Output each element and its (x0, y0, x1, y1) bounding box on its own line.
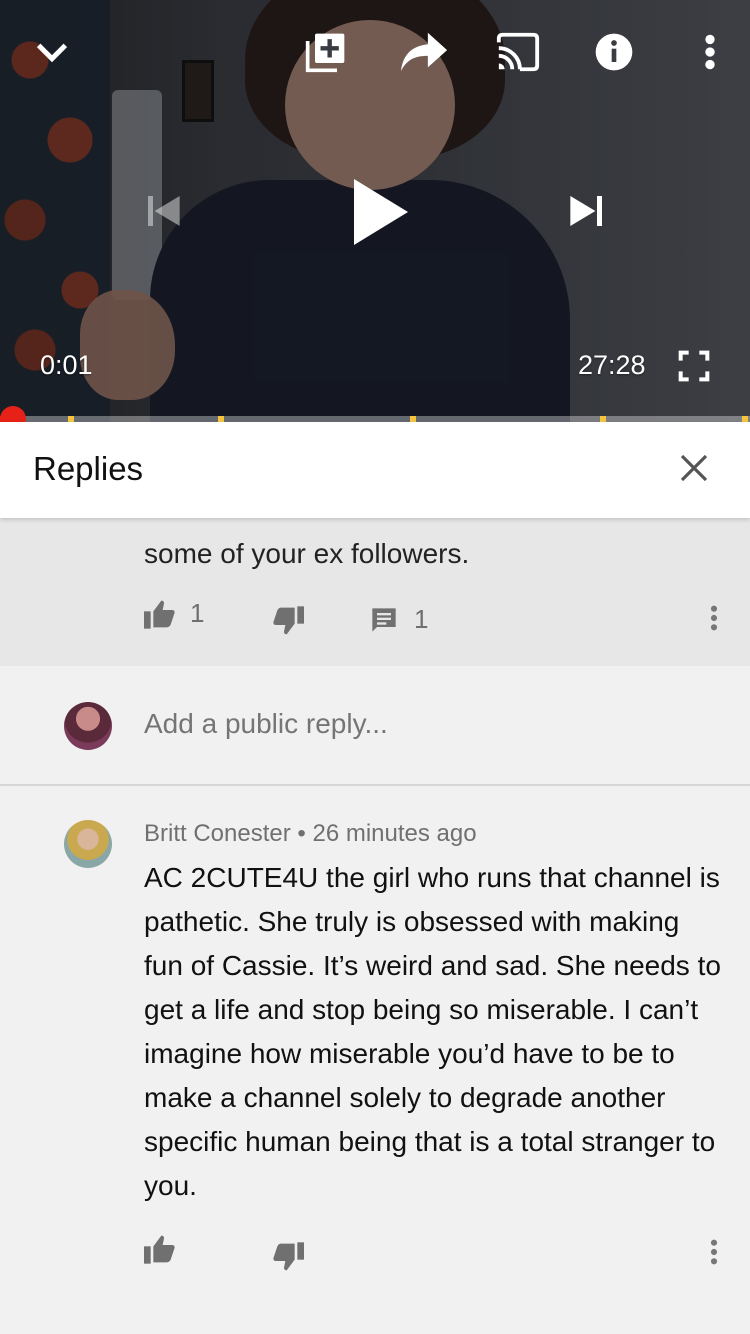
parent-comment: some of your ex followers. 1 1 (0, 518, 750, 666)
reply-count-button[interactable]: 1 (370, 604, 428, 635)
comment-time: 26 minutes ago (312, 820, 477, 847)
current-time: 0:01 (40, 350, 93, 380)
cast-icon[interactable] (494, 30, 542, 74)
playlist-add-icon[interactable] (302, 28, 350, 76)
comment-icon (372, 607, 396, 632)
meta-separator: • (297, 820, 306, 847)
comment-more-icon[interactable] (702, 1232, 726, 1272)
dislike-button[interactable] (272, 606, 304, 636)
comment-more-icon[interactable] (702, 598, 726, 638)
parent-comment-text: some of your ex followers. (144, 538, 470, 569)
thumbs-down-icon (273, 1242, 304, 1271)
thumbs-down-icon (273, 606, 304, 635)
reply-count: 1 (414, 604, 429, 634)
dislike-button[interactable] (272, 1242, 304, 1272)
video-player[interactable]: 0:01 27:28 (0, 0, 750, 422)
more-vert-icon[interactable] (694, 30, 726, 74)
reply-comment: Britt Conester • 26 minutes ago AC 2CUTE… (0, 788, 750, 1334)
comment-text: AC 2CUTE4U the girl who runs that channe… (144, 862, 721, 1201)
comment-author[interactable]: Britt Conester (144, 820, 291, 847)
info-icon[interactable] (592, 30, 636, 74)
like-button[interactable] (144, 1234, 176, 1264)
comment-meta: Britt Conester • 26 minutes ago (144, 820, 477, 848)
avatar (64, 702, 112, 750)
chevron-down-icon[interactable] (30, 30, 74, 74)
add-reply-row[interactable] (0, 666, 750, 786)
fullscreen-icon[interactable] (676, 348, 712, 384)
skip-previous-icon[interactable] (140, 186, 186, 236)
thumbs-up-icon (144, 1235, 175, 1264)
avatar[interactable] (64, 820, 112, 868)
close-icon[interactable] (672, 446, 716, 490)
app-root: 0:01 27:28 some of your ex followers. 1 (0, 0, 750, 1334)
replies-title: Replies (33, 450, 144, 487)
share-icon[interactable] (398, 28, 450, 76)
like-count: 1 (190, 598, 205, 628)
thumbs-up-icon (144, 600, 175, 629)
skip-next-icon[interactable] (564, 186, 610, 236)
replies-header: Replies (0, 422, 750, 518)
duration: 27:28 (578, 350, 646, 380)
reply-input[interactable] (144, 708, 704, 740)
play-icon[interactable] (346, 172, 416, 252)
like-button[interactable]: 1 (144, 598, 204, 629)
